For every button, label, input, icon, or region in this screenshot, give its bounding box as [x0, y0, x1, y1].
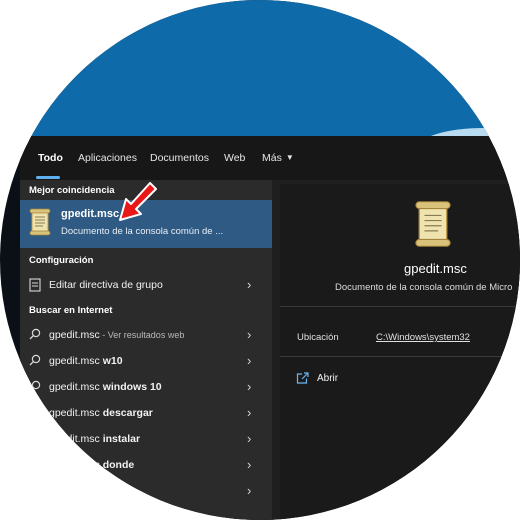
web-result-label: gpedit.msc - Ver resultados web — [49, 329, 184, 341]
results-list: Mejor coincidencia gpedit.msc Documento … — [20, 180, 272, 520]
web-result-query: gpedit.msc — [49, 355, 100, 367]
divider — [280, 306, 520, 307]
chevron-right-icon: › — [247, 379, 252, 394]
location-path-link[interactable]: C:\Windows\system32 — [376, 332, 470, 343]
detail-subtitle: Documento de la consola común de Micro — [335, 282, 513, 293]
chevron-right-icon: › — [247, 483, 252, 498]
search-tabs: Todo Aplicaciones Documentos Web Más ▼ — [20, 136, 520, 180]
web-result-query: gpedit.msc — [49, 407, 100, 419]
search-icon — [29, 484, 41, 496]
caret-down-icon: ▼ — [285, 153, 294, 162]
web-result-suffix: descargar — [99, 407, 153, 419]
web-result-7[interactable]: gpedit.msc 11 › — [20, 478, 272, 504]
web-result-suffix: w10 — [99, 355, 123, 367]
web-result-label: gpedit.msc instalar — [49, 433, 140, 445]
tab-active-indicator — [36, 176, 60, 179]
tab-web[interactable]: Web — [224, 152, 245, 164]
tab-mas[interactable]: Más ▼ — [262, 152, 294, 164]
location-label: Ubicación — [297, 332, 339, 343]
web-result-suffix: windows 10 — [99, 381, 162, 393]
web-result-suffix: instalar — [99, 433, 141, 445]
section-settings: Configuración — [29, 255, 94, 266]
chevron-right-icon: › — [247, 327, 252, 342]
desktop-background — [0, 0, 520, 140]
settings-item-editar-directiva[interactable]: Editar directiva de grupo › — [20, 272, 272, 298]
web-result-4[interactable]: gpedit.msc descargar › — [20, 400, 272, 426]
divider — [280, 356, 520, 357]
web-result-6[interactable]: gpedit.msc donde › — [20, 452, 272, 478]
web-result-label: gpedit.msc descargar — [49, 407, 153, 419]
tab-mas-label: Más — [262, 152, 282, 164]
settings-item-label: Editar directiva de grupo — [49, 279, 163, 291]
web-result-label: gpedit.msc 11 — [49, 485, 114, 497]
chevron-right-icon: › — [247, 353, 252, 368]
open-action[interactable]: Abrir — [296, 370, 416, 390]
open-external-icon — [296, 372, 309, 384]
web-result-hint: - Ver resultados web — [99, 330, 185, 340]
chevron-right-icon: › — [247, 431, 252, 446]
web-result-query: gpedit.msc — [49, 485, 100, 497]
search-icon — [29, 380, 41, 392]
web-result-1[interactable]: gpedit.msc - Ver resultados web › — [20, 322, 272, 348]
red-pointer-arrow-icon — [119, 182, 157, 221]
web-result-label: gpedit.msc w10 — [49, 355, 123, 367]
chevron-right-icon: › — [247, 405, 252, 420]
chevron-right-icon: › — [247, 457, 252, 472]
search-icon — [29, 458, 41, 470]
web-result-label: gpedit.msc donde — [49, 459, 134, 471]
web-result-query: gpedit.msc — [49, 381, 100, 393]
scroll-document-icon — [29, 208, 51, 236]
search-icon — [29, 354, 41, 366]
web-result-query: gpedit.msc — [49, 433, 100, 445]
chevron-right-icon: › — [247, 277, 252, 292]
section-best-match: Mejor coincidencia — [29, 185, 115, 196]
section-web-search: Buscar en Internet — [29, 305, 113, 316]
web-result-5[interactable]: gpedit.msc instalar › — [20, 426, 272, 452]
tab-todo[interactable]: Todo — [38, 152, 63, 164]
web-result-query: gpedit.msc — [49, 329, 100, 341]
search-icon — [29, 328, 41, 340]
web-result-3[interactable]: gpedit.msc windows 10 › — [20, 374, 272, 400]
tab-aplicaciones[interactable]: Aplicaciones — [78, 152, 137, 164]
tab-documentos[interactable]: Documentos — [150, 152, 209, 164]
circular-crop: Todo Aplicaciones Documentos Web Más ▼ Me… — [0, 0, 520, 520]
detail-title: gpedit.msc — [404, 261, 467, 276]
scroll-document-icon — [415, 201, 451, 247]
web-result-2[interactable]: gpedit.msc w10 › — [20, 348, 272, 374]
search-icon — [29, 432, 41, 444]
open-label: Abrir — [317, 373, 339, 384]
start-search-panel: Todo Aplicaciones Documentos Web Más ▼ Me… — [20, 136, 520, 520]
detail-pane: gpedit.msc Documento de la consola común… — [280, 184, 520, 520]
web-result-suffix: 11 — [99, 485, 114, 497]
web-result-query: gpedit.msc — [49, 459, 100, 471]
settings-doc-icon — [29, 278, 41, 292]
search-icon — [29, 406, 41, 418]
web-result-label: gpedit.msc windows 10 — [49, 381, 162, 393]
web-result-suffix: donde — [99, 459, 135, 471]
